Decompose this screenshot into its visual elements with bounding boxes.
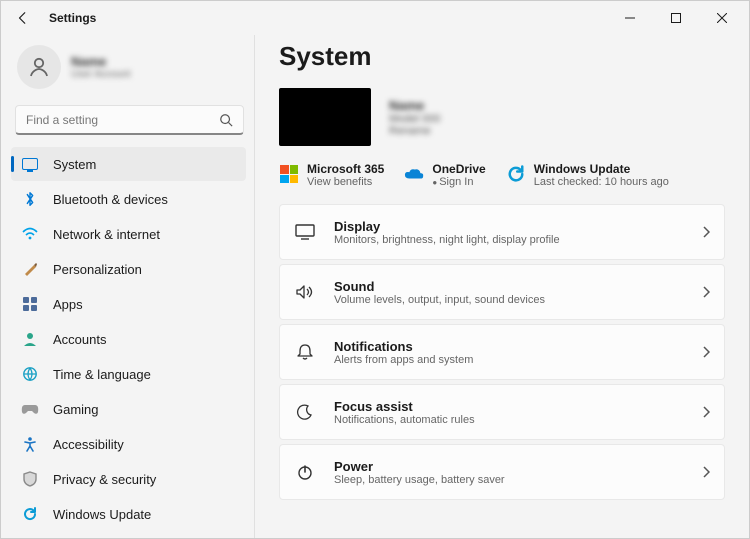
gaming-icon bbox=[21, 400, 39, 418]
service-title: OneDrive bbox=[432, 162, 485, 176]
moon-icon bbox=[294, 403, 316, 421]
sidebar-item-label: System bbox=[53, 157, 96, 172]
card-display[interactable]: Display Monitors, brightness, night ligh… bbox=[279, 204, 725, 260]
service-subtext: View benefits bbox=[307, 176, 384, 188]
main-content: System Name Model 000 Rename Microsoft 3… bbox=[255, 35, 749, 538]
avatar bbox=[17, 45, 61, 89]
card-power[interactable]: Power Sleep, battery usage, battery save… bbox=[279, 444, 725, 500]
sidebar-item-label: Windows Update bbox=[53, 507, 151, 522]
brush-icon bbox=[21, 260, 39, 278]
card-notifications[interactable]: Notifications Alerts from apps and syste… bbox=[279, 324, 725, 380]
settings-cards: Display Monitors, brightness, night ligh… bbox=[279, 204, 725, 500]
card-subtext: Monitors, brightness, night light, displ… bbox=[334, 234, 560, 246]
account-header[interactable]: Name User Account bbox=[11, 39, 248, 99]
service-row: Microsoft 365 View benefits OneDrive ●Si… bbox=[279, 162, 725, 188]
sidebar-item-personalization[interactable]: Personalization bbox=[11, 252, 246, 286]
sidebar-item-label: Personalization bbox=[53, 262, 142, 277]
chevron-right-icon bbox=[702, 226, 710, 238]
device-model: Model 000 bbox=[389, 113, 440, 125]
sidebar-item-bluetooth[interactable]: Bluetooth & devices bbox=[11, 182, 246, 216]
onedrive-icon bbox=[404, 164, 424, 184]
minimize-button[interactable] bbox=[607, 3, 653, 33]
title-bar: Settings bbox=[1, 1, 749, 35]
globe-icon bbox=[21, 365, 39, 383]
service-microsoft365[interactable]: Microsoft 365 View benefits bbox=[279, 162, 384, 188]
windows-update-icon bbox=[506, 164, 526, 184]
card-focus-assist[interactable]: Focus assist Notifications, automatic ru… bbox=[279, 384, 725, 440]
sidebar-item-label: Gaming bbox=[53, 402, 99, 417]
card-subtext: Volume levels, output, input, sound devi… bbox=[334, 294, 545, 306]
sidebar-item-network[interactable]: Network & internet bbox=[11, 217, 246, 251]
display-icon bbox=[294, 224, 316, 240]
card-subtext: Notifications, automatic rules bbox=[334, 414, 475, 426]
sidebar-item-label: Bluetooth & devices bbox=[53, 192, 168, 207]
device-section: Name Model 000 Rename bbox=[279, 88, 725, 146]
update-icon bbox=[21, 505, 39, 523]
apps-icon bbox=[21, 295, 39, 313]
bell-icon bbox=[294, 343, 316, 361]
sidebar-item-accessibility[interactable]: Accessibility bbox=[11, 427, 246, 461]
account-subtext: User Account bbox=[71, 69, 130, 80]
power-icon bbox=[294, 463, 316, 481]
service-title: Microsoft 365 bbox=[307, 162, 384, 176]
account-name: Name bbox=[71, 54, 130, 69]
service-windows-update[interactable]: Windows Update Last checked: 10 hours ag… bbox=[506, 162, 669, 188]
bluetooth-icon bbox=[21, 190, 39, 208]
chevron-right-icon bbox=[702, 346, 710, 358]
sidebar: Name User Account System Bluetooth & dev… bbox=[1, 35, 255, 538]
sidebar-item-system[interactable]: System bbox=[11, 147, 246, 181]
service-onedrive[interactable]: OneDrive ●Sign In bbox=[404, 162, 485, 188]
card-sound[interactable]: Sound Volume levels, output, input, soun… bbox=[279, 264, 725, 320]
card-subtext: Sleep, battery usage, battery saver bbox=[334, 474, 505, 486]
card-title: Power bbox=[334, 459, 505, 474]
sidebar-item-label: Time & language bbox=[53, 367, 151, 382]
card-subtext: Alerts from apps and system bbox=[334, 354, 473, 366]
sidebar-item-accounts[interactable]: Accounts bbox=[11, 322, 246, 356]
sidebar-item-label: Accessibility bbox=[53, 437, 124, 452]
system-icon bbox=[21, 155, 39, 173]
device-rename-link[interactable]: Rename bbox=[389, 125, 440, 137]
sidebar-item-label: Accounts bbox=[53, 332, 106, 347]
sidebar-item-apps[interactable]: Apps bbox=[11, 287, 246, 321]
sidebar-item-privacy[interactable]: Privacy & security bbox=[11, 462, 246, 496]
window-title: Settings bbox=[49, 11, 96, 25]
page-title: System bbox=[279, 41, 725, 72]
service-title: Windows Update bbox=[534, 162, 669, 176]
card-title: Notifications bbox=[334, 339, 473, 354]
wifi-icon bbox=[21, 225, 39, 243]
device-name: Name bbox=[389, 98, 440, 113]
chevron-right-icon bbox=[702, 286, 710, 298]
device-image bbox=[279, 88, 371, 146]
shield-icon bbox=[21, 470, 39, 488]
service-subtext: ●Sign In bbox=[432, 176, 485, 188]
sidebar-item-label: Privacy & security bbox=[53, 472, 156, 487]
sidebar-item-time-language[interactable]: Time & language bbox=[11, 357, 246, 391]
search-input[interactable] bbox=[26, 113, 219, 127]
sidebar-item-label: Network & internet bbox=[53, 227, 160, 242]
chevron-right-icon bbox=[702, 466, 710, 478]
maximize-button[interactable] bbox=[653, 3, 699, 33]
search-icon bbox=[219, 113, 233, 127]
search-box[interactable] bbox=[15, 105, 244, 135]
card-title: Display bbox=[334, 219, 560, 234]
sidebar-item-gaming[interactable]: Gaming bbox=[11, 392, 246, 426]
accounts-icon bbox=[21, 330, 39, 348]
card-title: Focus assist bbox=[334, 399, 475, 414]
chevron-right-icon bbox=[702, 406, 710, 418]
sound-icon bbox=[294, 284, 316, 300]
sidebar-item-windows-update[interactable]: Windows Update bbox=[11, 497, 246, 531]
card-title: Sound bbox=[334, 279, 545, 294]
close-button[interactable] bbox=[699, 3, 745, 33]
nav-list: System Bluetooth & devices Network & int… bbox=[11, 147, 248, 531]
microsoft365-icon bbox=[279, 164, 299, 184]
accessibility-icon bbox=[21, 435, 39, 453]
service-subtext: Last checked: 10 hours ago bbox=[534, 176, 669, 188]
sidebar-item-label: Apps bbox=[53, 297, 83, 312]
back-button[interactable] bbox=[13, 8, 33, 28]
